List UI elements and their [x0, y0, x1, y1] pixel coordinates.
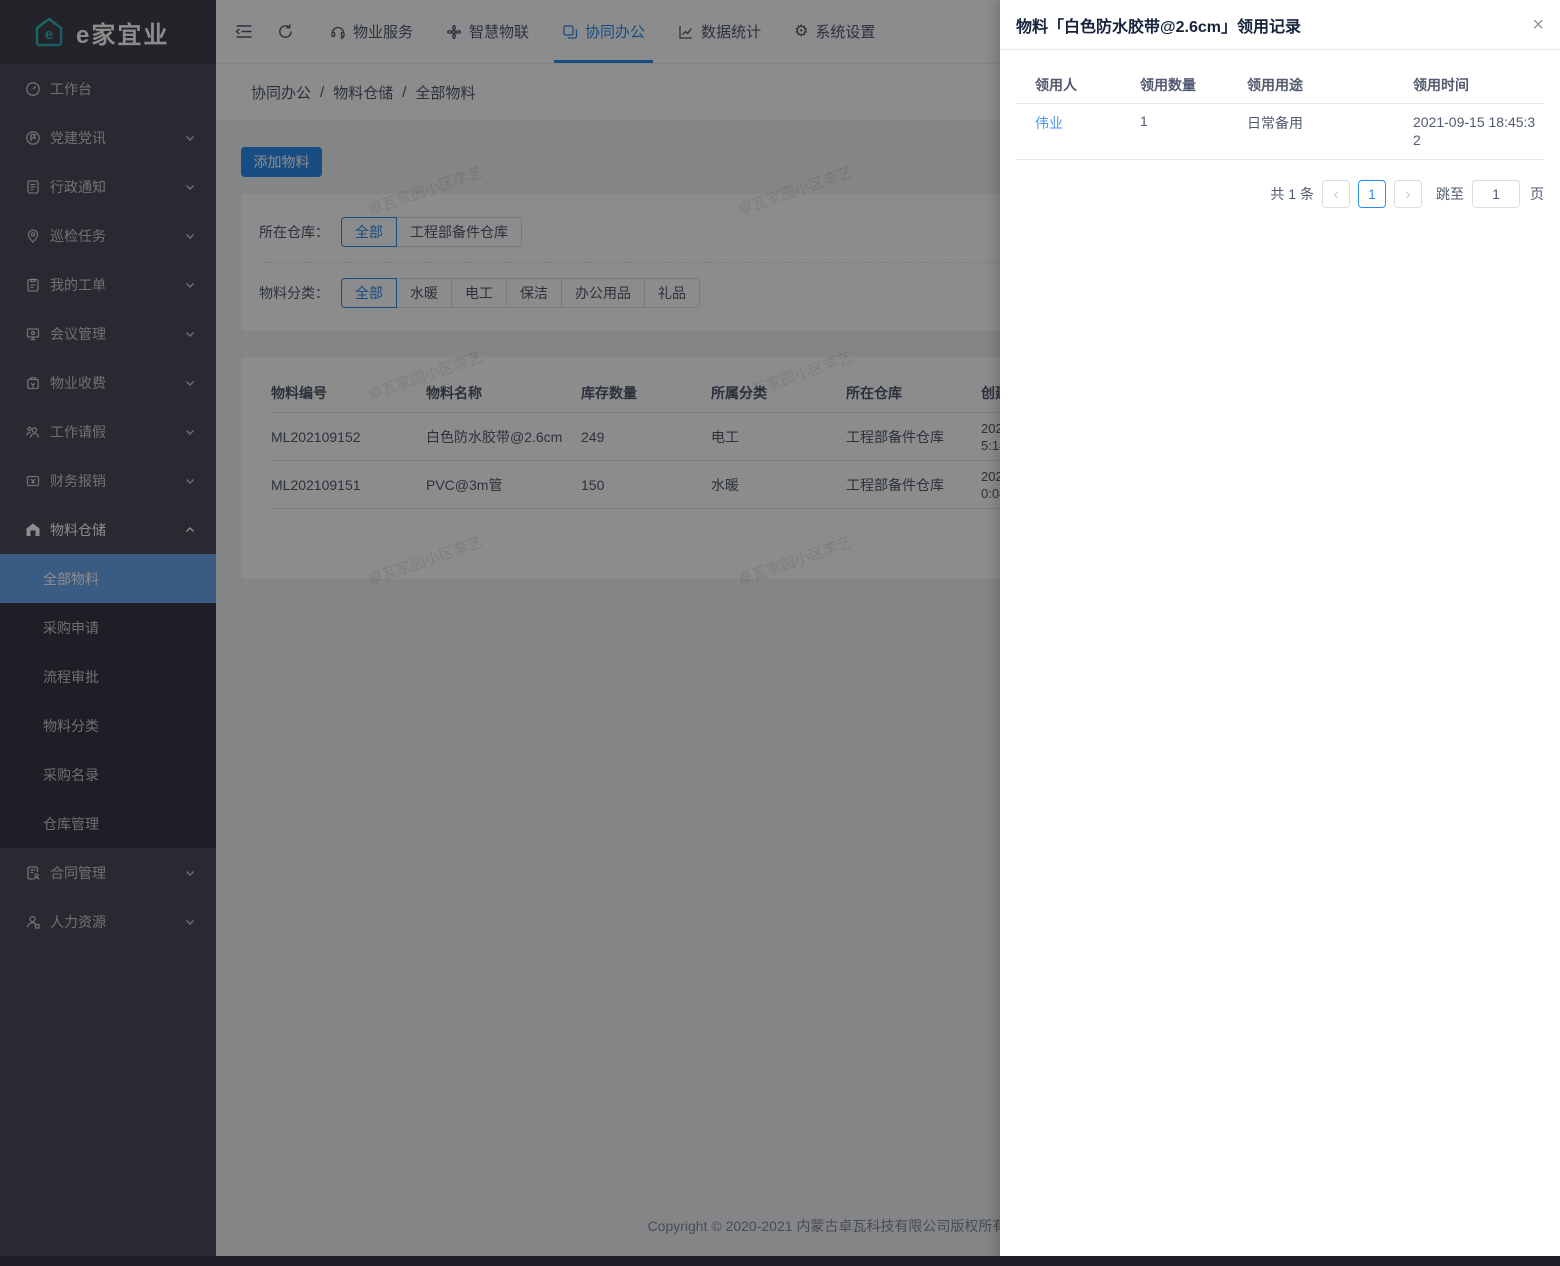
- pagination-next-button[interactable]: ›: [1394, 180, 1422, 208]
- usage-table-row: 伟业 1 日常备用 2021-09-15 18:45:3 2: [1016, 104, 1544, 160]
- cell-time-line2: 2: [1413, 131, 1545, 149]
- pagination-jump-label: 跳至: [1436, 184, 1464, 204]
- drawer-body: 领用人 领用数量 领用用途 领用时间 伟业 1 日常备用 2021-09-15 …: [1000, 66, 1560, 208]
- close-icon[interactable]: ×: [1532, 15, 1544, 35]
- pagination-prev-button[interactable]: ‹: [1322, 180, 1350, 208]
- cell-quantity: 1: [1140, 113, 1247, 129]
- pagination-page-1[interactable]: 1: [1358, 180, 1386, 208]
- column-header: 领用数量: [1140, 75, 1247, 95]
- pagination-jump-input[interactable]: [1472, 180, 1520, 208]
- pagination-page-unit: 页: [1530, 184, 1544, 204]
- pagination-total: 共 1 条: [1270, 184, 1314, 204]
- pagination: 共 1 条 ‹ 1 › 跳至 页: [1016, 180, 1544, 208]
- cell-purpose: 日常备用: [1247, 113, 1413, 133]
- column-header: 领用时间: [1413, 75, 1544, 95]
- drawer-title: 物料「白色防水胶带@2.6cm」领用记录: [1016, 13, 1301, 37]
- cell-time: 2021-09-15 18:45:3 2: [1413, 113, 1545, 149]
- column-header: 领用人: [1035, 75, 1140, 95]
- column-header: 领用用途: [1247, 75, 1413, 95]
- usage-record-drawer: 物料「白色防水胶带@2.6cm」领用记录 × 领用人 领用数量 领用用途 领用时…: [1000, 0, 1560, 1266]
- bottom-strip: [0, 1256, 1560, 1266]
- drawer-header: 物料「白色防水胶带@2.6cm」领用记录 ×: [1000, 0, 1560, 50]
- user-link[interactable]: 伟业: [1035, 113, 1140, 133]
- cell-time-line1: 2021-09-15 18:45:3: [1413, 113, 1545, 131]
- usage-table-header: 领用人 领用数量 领用用途 领用时间: [1016, 66, 1544, 104]
